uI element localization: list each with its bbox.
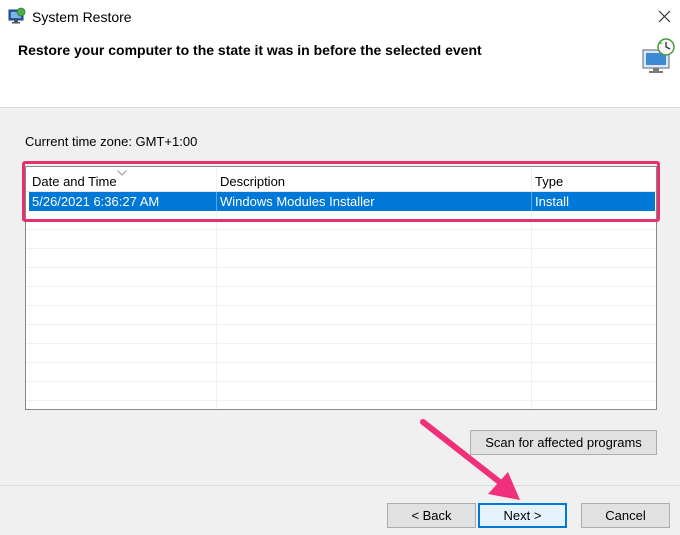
dialog-footer	[0, 486, 680, 535]
timezone-label: Current time zone: GMT+1:00	[25, 134, 198, 149]
back-button[interactable]: < Back	[387, 503, 476, 528]
cancel-button-label: Cancel	[605, 508, 646, 523]
cancel-button[interactable]: Cancel	[581, 503, 670, 528]
window-title: System Restore	[32, 9, 132, 25]
row-divider	[26, 305, 656, 306]
back-button-label: < Back	[411, 508, 452, 523]
scan-affected-programs-button[interactable]: Scan for affected programs	[470, 430, 657, 455]
row-divider	[26, 362, 656, 363]
row-divider	[26, 400, 656, 401]
row-divider	[26, 324, 656, 325]
row-divider	[26, 286, 656, 287]
next-button-label: Next >	[503, 508, 542, 523]
row-divider	[26, 267, 656, 268]
annotation-highlight-box	[22, 161, 660, 222]
system-restore-icon	[8, 7, 26, 24]
monitor-restore-icon	[642, 38, 675, 73]
row-divider	[26, 248, 656, 249]
row-divider	[26, 229, 656, 230]
row-divider	[26, 381, 656, 382]
page-heading: Restore your computer to the state it wa…	[18, 42, 482, 58]
next-button[interactable]: Next >	[478, 503, 567, 528]
row-divider	[26, 343, 656, 344]
title-bar: System Restore	[0, 0, 680, 34]
close-icon[interactable]	[650, 4, 680, 30]
scan-button-label: Scan for affected programs	[485, 435, 642, 450]
